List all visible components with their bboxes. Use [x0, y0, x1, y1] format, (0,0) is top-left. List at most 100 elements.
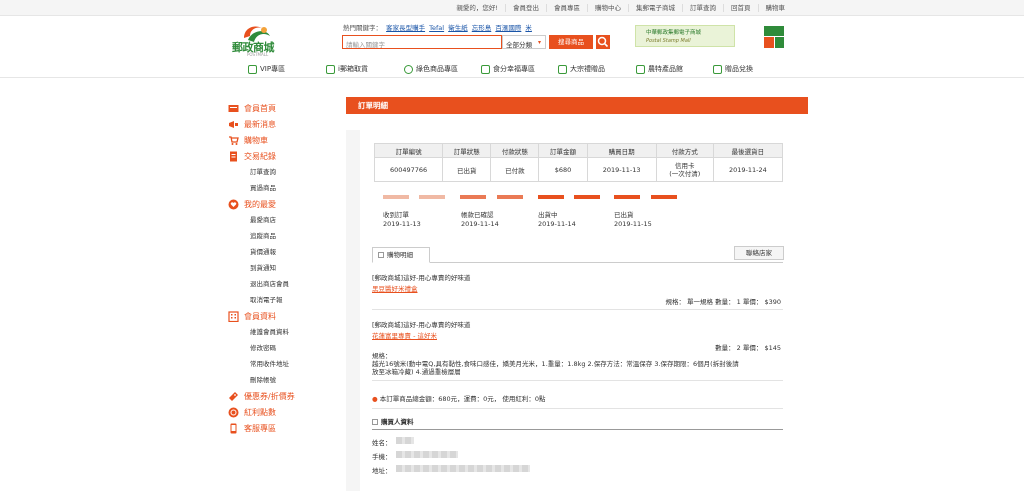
col-header: 訂單金額 — [538, 143, 588, 158]
hot-keyword[interactable]: Tefal — [429, 24, 444, 32]
redacted-name — [396, 437, 414, 444]
hot-keyword[interactable]: 忘形島 — [472, 24, 492, 32]
buyer-field-label: 手機： — [372, 453, 392, 461]
phone-icon — [230, 423, 237, 433]
step-label: 出貨中 — [538, 211, 558, 219]
stamp-mall-link[interactable]: 集郵電子商城 — [628, 4, 682, 12]
step-date: 2019-11-13 — [383, 220, 421, 228]
logout-link[interactable]: 會員登出 — [505, 4, 546, 12]
chevron-down-icon: ▾ — [537, 39, 541, 46]
sidebar-sub-arrival-notice[interactable]: 到貨通知 — [228, 260, 338, 276]
item-product-link[interactable]: 黑豆醬好米禮盒 — [372, 283, 418, 293]
sidebar-label: 客服專區 — [244, 423, 276, 433]
search-icon-button[interactable] — [596, 35, 610, 49]
tab-purchase-detail[interactable]: 購物明細 — [372, 247, 430, 263]
col-header: 訂單狀態 — [442, 143, 492, 158]
nav-farm[interactable]: 農特產品館 — [636, 64, 683, 74]
sidebar-label: 交易紀錄 — [244, 151, 276, 161]
search-button[interactable]: 搜尋商品 — [549, 35, 593, 49]
member-card-icon — [228, 104, 239, 112]
banner-subtitle: Postal Stamp Mall — [646, 38, 691, 44]
step-label: 帳款已確認 — [461, 211, 494, 219]
section-divider — [372, 408, 783, 409]
sidebar-sub-delete-account[interactable]: 刪除帳號 — [228, 372, 338, 388]
sidebar-sub-order-query[interactable]: 訂單查詢 — [228, 164, 338, 180]
sidebar-item-member-data[interactable]: 會員資料 — [228, 308, 338, 324]
sidebar-sub-price-alert[interactable]: 貨價通報 — [228, 244, 338, 260]
sidebar-item-coupons[interactable]: 優惠券/折價券 — [228, 388, 338, 404]
order-number: 600497766 — [373, 157, 444, 182]
search-icon — [597, 36, 609, 48]
purchase-date: 2019-11-13 — [586, 157, 657, 182]
nav-green[interactable]: 綠色商品專區 — [404, 64, 458, 74]
sidebar-label: 會員首頁 — [244, 103, 276, 113]
member-area-link[interactable]: 會員專區 — [546, 4, 587, 12]
hot-keyword[interactable]: 客家長型購手 — [386, 24, 425, 32]
sidebar-sub-edit-profile[interactable]: 維護會員資料 — [228, 324, 338, 340]
progress-segment — [419, 195, 445, 199]
shopping-center-link[interactable]: 購物中心 — [587, 4, 628, 12]
order-total-summary: ● 本訂單商品總金額：680元，運費：0元， 使用紅利：0點 — [372, 393, 546, 403]
nav-redeem[interactable]: 贈品兌換 — [713, 64, 753, 74]
sidebar-sub-leave-shop[interactable]: 退出商店會員 — [228, 276, 338, 292]
gift-box-icon — [636, 64, 645, 74]
sidebar-sub-addresses[interactable]: 常用收件地址 — [228, 356, 338, 372]
cart-icon — [229, 135, 239, 145]
sidebar-sub-fav-shops[interactable]: 最愛商店 — [228, 212, 338, 228]
order-panel — [360, 130, 794, 491]
home-link[interactable]: 回首頁 — [723, 4, 758, 12]
sidebar-item-bonus-points[interactable]: 紅利點數 — [228, 404, 338, 420]
sidebar-item-customer-service[interactable]: 客服專區 — [228, 420, 338, 436]
main-nav: VIP專區 i郵箱取貨 綠色商品專區 食分幸福專區 大宗禮贈品 農特產品館 贈品… — [0, 60, 1024, 78]
progress-segment — [460, 195, 486, 199]
redacted-phone — [396, 451, 458, 458]
sidebar-label: 最新消息 — [244, 119, 276, 129]
cart-link[interactable]: 購物車 — [757, 4, 793, 12]
buyer-title: 購買人資料 — [381, 418, 414, 426]
hot-keyword[interactable]: 米 — [525, 24, 532, 32]
order-amount: $680 — [538, 157, 588, 182]
gift-box-icon — [558, 64, 567, 74]
sidebar-item-news[interactable]: 最新消息 — [228, 116, 338, 132]
step-date: 2019-11-15 — [614, 220, 652, 228]
hot-keyword[interactable]: 百滙國際 — [495, 24, 521, 32]
sidebar-sub-tracked-items[interactable]: 追蹤商品 — [228, 228, 338, 244]
nav-vip[interactable]: VIP專區 — [248, 64, 285, 74]
sidebar-sub-unsubscribe[interactable]: 取消電子報 — [228, 292, 338, 308]
nav-label: 贈品兌換 — [725, 65, 753, 73]
table-row: 600497766 已出貨 已付款 $680 2019-11-13 信用卡 (一… — [373, 157, 784, 182]
collapse-icon — [378, 252, 384, 258]
cart-icon — [248, 64, 257, 74]
nav-ibox[interactable]: i郵箱取貨 — [326, 64, 368, 74]
item-product-link[interactable]: 花蓮富里專賣 - 這好米 — [372, 330, 437, 340]
item-divider — [372, 380, 783, 381]
last-pick-date: 2019-11-24 — [712, 157, 784, 182]
order-query-link[interactable]: 訂單查詢 — [682, 4, 723, 12]
step-label: 收到訂單 — [383, 211, 409, 219]
nav-food[interactable]: 食分幸福專區 — [481, 64, 535, 74]
col-header: 付款狀態 — [490, 143, 540, 158]
nav-bulk-gift[interactable]: 大宗禮贈品 — [558, 64, 605, 74]
search-scope-select[interactable]: 全部分類 ▾ — [502, 35, 546, 49]
col-header: 訂單編號 — [373, 143, 444, 158]
banner-title: 中華郵政集郵電子商城 — [646, 30, 702, 36]
sidebar-item-cart[interactable]: 購物車 — [228, 132, 338, 148]
nav-label: VIP專區 — [260, 65, 286, 73]
nav-label: 農特產品館 — [648, 65, 683, 73]
hot-keywords-label: 熱門關鍵字： — [343, 24, 382, 32]
sidebar-item-transactions[interactable]: 交易紀錄 — [228, 148, 338, 164]
hot-keyword[interactable]: 衛生紙 — [448, 24, 468, 32]
progress-segment — [651, 195, 677, 199]
sidebar-item-member-home[interactable]: 會員首頁 — [228, 100, 338, 116]
item-shop-name: [郵政商城]這好-用心專賣的好味道 — [372, 321, 471, 329]
stamp-mall-banner[interactable]: 中華郵政集郵電子商城 Postal Stamp Mall — [635, 25, 735, 47]
contact-shop-button[interactable]: 聯絡店家 — [734, 246, 784, 260]
farm-gift-banner[interactable] — [762, 24, 786, 50]
step-date: 2019-11-14 — [538, 220, 576, 228]
greeting-text: 親愛的，您好! — [456, 4, 498, 12]
search-input[interactable]: 請輸入關鍵字 — [342, 35, 502, 49]
sidebar-item-favorites[interactable]: 我的最愛 — [228, 196, 338, 212]
sidebar-sub-bought-items[interactable]: 買過商品 — [228, 180, 338, 196]
sidebar-sub-change-password[interactable]: 修改密碼 — [228, 340, 338, 356]
sidebar-label: 購物車 — [244, 135, 268, 145]
